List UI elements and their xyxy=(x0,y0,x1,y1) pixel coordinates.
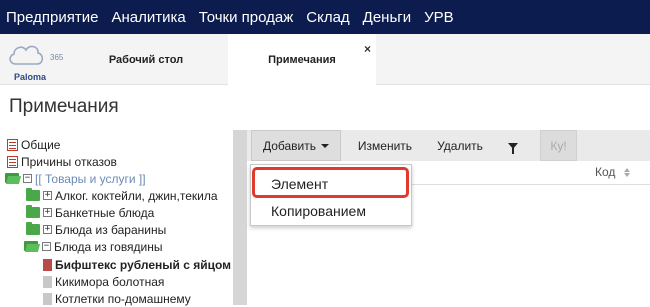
tree-item-kikimora[interactable]: Кикимора болотная xyxy=(43,273,164,290)
collapse-toggle-icon[interactable]: − xyxy=(42,242,51,251)
tree-item-goods-root[interactable]: − [[ Товары и услуги ]] xyxy=(5,170,146,187)
tab-desktop[interactable]: Рабочий стол xyxy=(72,34,220,85)
ku-button[interactable]: Ку! xyxy=(540,130,577,161)
item-file-icon xyxy=(43,258,52,271)
delete-button[interactable]: Удалить xyxy=(430,130,490,161)
folder-open-icon xyxy=(24,241,39,252)
tab-notes[interactable]: Примечания × xyxy=(228,34,376,86)
collapse-toggle-icon[interactable]: − xyxy=(23,174,32,183)
page-title: Примечания xyxy=(9,96,119,117)
tab-label: Примечания xyxy=(268,54,336,66)
item-file-icon xyxy=(43,292,52,305)
main-menu-bar: Предприятие Аналитика Точки продаж Склад… xyxy=(0,0,650,34)
tree-item-refusal-reasons[interactable]: Причины отказов xyxy=(7,153,117,170)
add-button-label: Добавить xyxy=(262,138,317,153)
category-tree: Общие Причины отказов − [[ Товары и услу… xyxy=(5,136,233,307)
logo-brand: Paloma xyxy=(14,72,47,82)
edit-button[interactable]: Изменить xyxy=(350,130,420,161)
tree-item-label: Банкетные блюда xyxy=(55,205,155,220)
tree-item-lamb[interactable]: + Блюда из баранины xyxy=(26,221,166,238)
tree-item-label: [[ Товары и услуги ]] xyxy=(35,171,146,186)
tree-item-general[interactable]: Общие xyxy=(7,136,60,153)
tree-item-label: Алког. коктейли, джин,текила xyxy=(55,188,218,203)
expand-toggle-icon[interactable]: + xyxy=(43,191,52,200)
toolbar: Добавить Изменить Удалить Ку! xyxy=(247,130,650,161)
expand-toggle-icon[interactable]: + xyxy=(43,225,52,234)
cloud-icon xyxy=(9,45,44,65)
filter-button[interactable] xyxy=(501,130,525,161)
tree-item-alcohol[interactable]: + Алког. коктейли, джин,текила xyxy=(26,187,218,204)
logo-version: 365 xyxy=(50,53,64,62)
menu-item-enterprise[interactable]: Предприятие xyxy=(6,9,98,26)
grid-header: Код xyxy=(408,161,650,185)
column-header-code[interactable]: Код xyxy=(595,165,615,179)
tree-item-beef[interactable]: − Блюда из говядины xyxy=(24,238,163,255)
folder-icon xyxy=(26,188,40,201)
menu-item-warehouse[interactable]: Склад xyxy=(306,9,349,26)
menu-item-analytics[interactable]: Аналитика xyxy=(111,9,185,26)
add-button[interactable]: Добавить xyxy=(251,130,341,161)
folder-icon xyxy=(26,205,40,218)
paloma-logo[interactable]: 365 Paloma xyxy=(6,40,66,82)
list-doc-icon xyxy=(7,155,18,168)
tree-item-label: Причины отказов xyxy=(21,154,117,169)
folder-icon xyxy=(26,222,40,235)
menu-item-money[interactable]: Деньги xyxy=(363,9,411,26)
sort-icon[interactable] xyxy=(624,168,631,178)
filter-icon xyxy=(508,142,518,154)
tab-label: Рабочий стол xyxy=(108,53,184,66)
tree-scrollbar[interactable] xyxy=(233,130,247,305)
tab-bar: 365 Paloma Рабочий стол Примечания × xyxy=(0,34,650,86)
expand-toggle-icon[interactable]: + xyxy=(43,208,52,217)
add-dropdown-menu: Элемент Копированием xyxy=(250,164,412,226)
tree-item-label: Блюда из говядины xyxy=(54,239,163,254)
menu-item-sales-points[interactable]: Точки продаж xyxy=(199,9,294,26)
menu-item-element[interactable]: Элемент xyxy=(251,171,411,196)
menu-item-urv[interactable]: УРВ xyxy=(424,9,454,26)
tree-item-label: Котлетки по-домашнему xyxy=(55,291,191,306)
tree-item-label: Кикимора болотная xyxy=(55,274,165,289)
tree-item-label: Бифштекс рубленый с яйцом xyxy=(55,257,232,272)
list-doc-icon xyxy=(7,138,18,151)
tree-item-beefsteak[interactable]: Бифштекс рубленый с яйцом xyxy=(43,256,231,273)
tree-item-cutlets[interactable]: Котлетки по-домашнему xyxy=(43,290,191,307)
item-file-icon xyxy=(43,275,52,288)
menu-item-copy[interactable]: Копированием xyxy=(251,198,411,223)
tree-item-banquet[interactable]: + Банкетные блюда xyxy=(26,204,154,221)
tree-item-label: Общие xyxy=(21,137,61,152)
close-icon[interactable]: × xyxy=(364,42,371,56)
tree-item-label: Блюда из баранины xyxy=(55,222,167,237)
chevron-down-icon xyxy=(321,143,330,148)
folder-open-icon xyxy=(5,173,20,184)
